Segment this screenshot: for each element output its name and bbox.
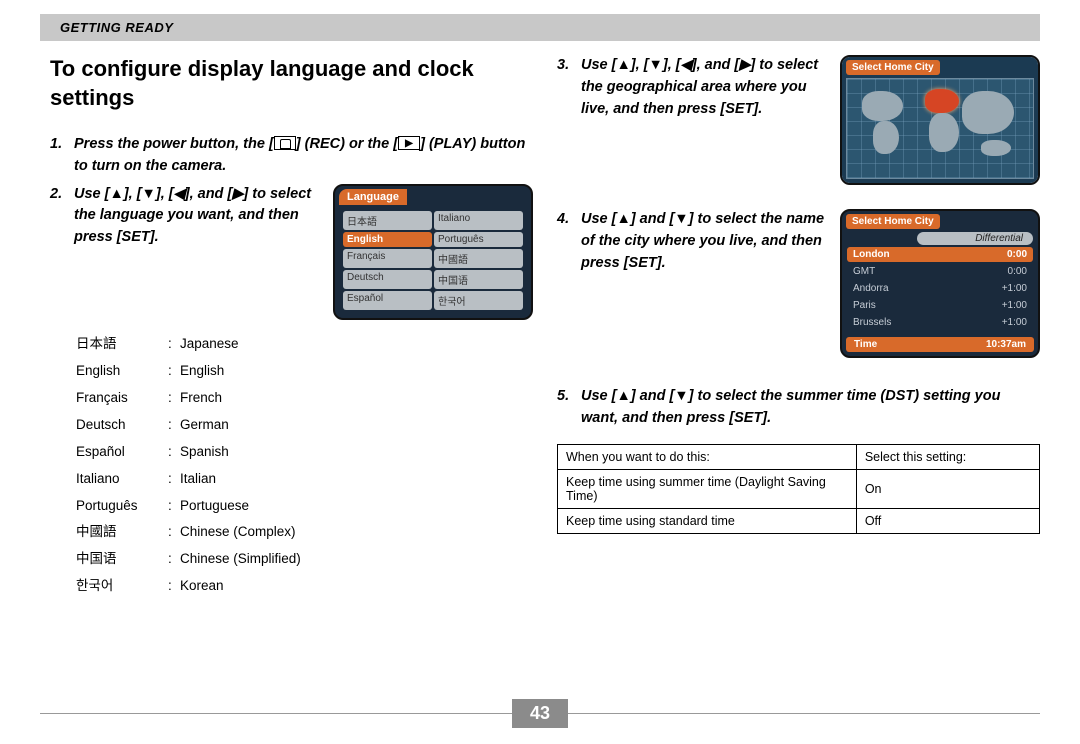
footer-rule (568, 713, 1040, 714)
step-5: 5. Use [▲] and [▼] to select the summer … (557, 386, 1040, 430)
table-row: Português:Portuguese (76, 494, 301, 519)
lcd-language-screenshot: Language 日本語 Italiano English Português … (333, 184, 533, 320)
step-number: 3. (557, 55, 581, 120)
lcd-time-bar: Time10:37am (846, 337, 1034, 352)
lang-option: 中國語 (434, 249, 523, 268)
table-row: 日本語:Japanese (76, 332, 301, 357)
lcd-city-screenshot: Select Home City Differential London0:00… (840, 209, 1040, 358)
lcd-title: Select Home City (846, 214, 940, 229)
step-text: Press the power button, the [ ] (REC) or … (74, 134, 533, 178)
lang-option: 中国语 (434, 270, 523, 289)
lang-option: Português (434, 232, 523, 247)
table-row: Español:Spanish (76, 440, 301, 465)
table-row: Keep time using standard timeOff (558, 508, 1040, 533)
page-title: To configure display language and clock … (50, 55, 533, 112)
step-number: 4. (557, 209, 581, 274)
table-row: 中国语:Chinese (Simplified) (76, 547, 301, 572)
city-row: GMT0:00 (847, 264, 1033, 279)
step-text: Use [▲] and [▼] to select the summer tim… (581, 386, 1040, 430)
lcd-language-grid: 日本語 Italiano English Português Français … (335, 205, 531, 318)
step-text: Use [▲], [▼], [◀], and [▶] to select the… (74, 184, 319, 249)
table-header-row: When you want to do this: Select this se… (558, 444, 1040, 469)
step-4: 4. Use [▲] and [▼] to select the name of… (557, 209, 826, 274)
language-mapping-table: 日本語:Japanese English:English Français:Fr… (74, 330, 303, 602)
rec-icon (274, 136, 296, 150)
section-header: GETTING READY (40, 14, 1040, 41)
differential-label: Differential (917, 232, 1033, 245)
city-row: Paris+1:00 (847, 298, 1033, 313)
table-header: Select this setting: (856, 444, 1039, 469)
city-row-selected: London0:00 (847, 247, 1033, 262)
lang-option: Deutsch (343, 270, 432, 289)
lang-option-selected: English (343, 232, 432, 247)
dst-settings-table: When you want to do this: Select this se… (557, 444, 1040, 534)
lcd-map-screenshot: Select Home City (840, 55, 1040, 185)
city-row: Andorra+1:00 (847, 281, 1033, 296)
city-row: Brussels+1:00 (847, 315, 1033, 330)
page-number: 43 (512, 699, 568, 728)
highlighted-region (925, 89, 958, 113)
lang-option: Français (343, 249, 432, 268)
table-row: Deutsch:German (76, 413, 301, 438)
table-row: Italiano:Italian (76, 467, 301, 492)
lcd-title: Language (339, 189, 407, 205)
table-row: Keep time using summer time (Daylight Sa… (558, 469, 1040, 508)
play-icon (398, 136, 420, 150)
table-header: When you want to do this: (558, 444, 857, 469)
right-column: 3. Use [▲], [▼], [◀], and [▶] to select … (557, 55, 1040, 601)
step-number: 5. (557, 386, 581, 430)
table-row: 한국어:Korean (76, 574, 301, 599)
step-text: Use [▲], [▼], [◀], and [▶] to select the… (581, 55, 826, 120)
step-1: 1. Press the power button, the [ ] (REC) … (50, 134, 533, 178)
page-content: To configure display language and clock … (0, 41, 1080, 601)
lang-option: Italiano (434, 211, 523, 230)
table-row: Français:French (76, 386, 301, 411)
lang-option: Español (343, 291, 432, 310)
lcd-title: Select Home City (846, 60, 940, 75)
table-row: 中國語:Chinese (Complex) (76, 520, 301, 545)
text-fragment: Press the power button, the [ (74, 136, 274, 152)
world-map (846, 78, 1034, 179)
table-row: English:English (76, 359, 301, 384)
page-footer: 43 (40, 699, 1040, 728)
footer-rule (40, 713, 512, 714)
lang-option: 한국어 (434, 291, 523, 310)
text-fragment: ] (REC) or the [ (296, 136, 398, 152)
left-column: To configure display language and clock … (50, 55, 533, 601)
lang-option: 日本語 (343, 211, 432, 230)
step-text: Use [▲] and [▼] to select the name of th… (581, 209, 826, 274)
step-2: 2. Use [▲], [▼], [◀], and [▶] to select … (50, 184, 319, 249)
step-number: 1. (50, 134, 74, 178)
step-3: 3. Use [▲], [▼], [◀], and [▶] to select … (557, 55, 826, 120)
step-number: 2. (50, 184, 74, 249)
